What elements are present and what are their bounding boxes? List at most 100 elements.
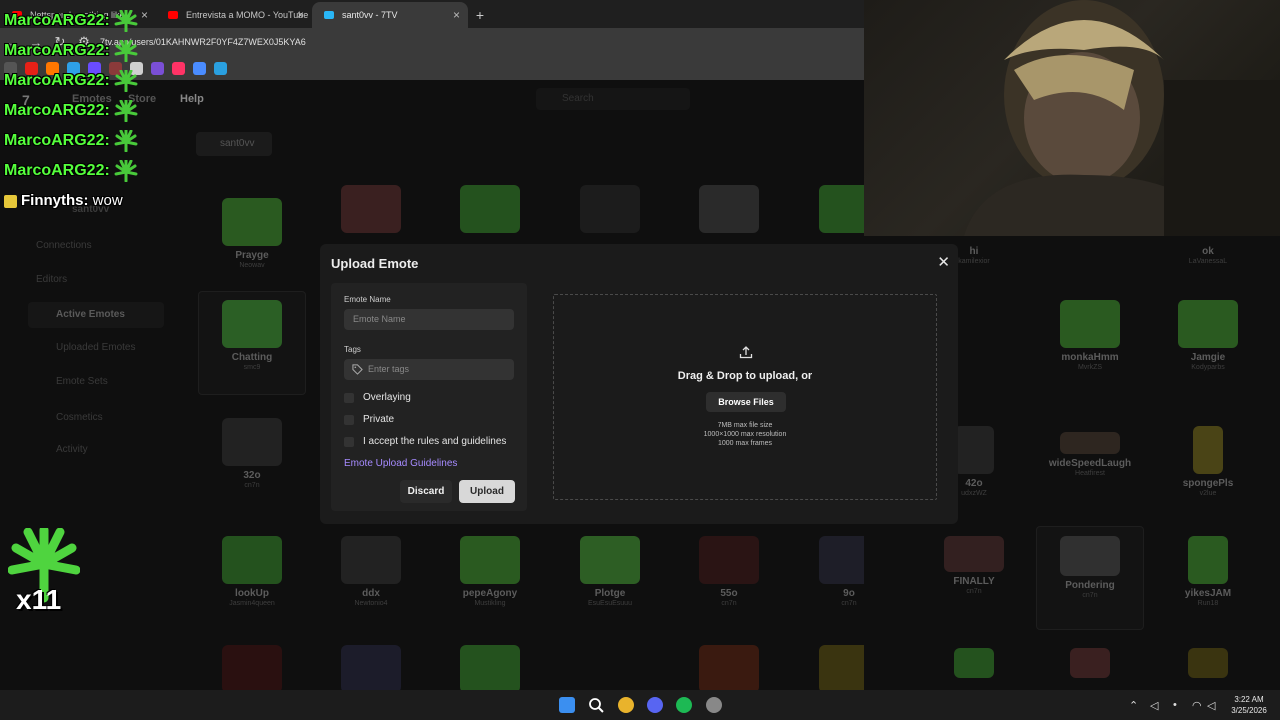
emote-card[interactable]: wideSpeedLaugh Heatfirest [1036, 432, 1144, 477]
sidebar-item-connections[interactable]: Connections [36, 240, 92, 251]
chevron-up-icon[interactable]: ⌃ [1129, 699, 1138, 712]
emote-card[interactable]: Chatting smc9 [198, 300, 306, 371]
emote-card[interactable] [920, 648, 1028, 678]
chat-text: wow [92, 192, 123, 209]
sidebar-item-emote-sets[interactable]: Emote Sets [56, 376, 108, 387]
tags-input[interactable]: Enter tags [344, 359, 514, 380]
emote-image [222, 198, 282, 246]
emote-card[interactable]: Plotge EsuEsuEsuuu [556, 536, 664, 607]
bookmark-icon[interactable] [193, 61, 206, 75]
spotify-icon[interactable] [676, 697, 692, 713]
emote-card[interactable] [436, 645, 544, 690]
emote-card[interactable] [675, 185, 783, 233]
tab-entrevista[interactable]: Entrevista a MOMO - YouTube × [156, 2, 312, 28]
emote-card[interactable]: monkaHmm MvrkZS [1036, 300, 1144, 371]
emote-card[interactable]: pepeAgony Mustikling [436, 536, 544, 607]
chat-message: MarcoARG22: [4, 160, 138, 182]
emote-card[interactable] [1154, 648, 1262, 678]
emote-card[interactable]: 32o cn7n [198, 418, 306, 489]
close-tab-icon[interactable]: × [141, 8, 148, 22]
site-search-input[interactable]: Search [536, 88, 690, 110]
bookmark-icon[interactable] [214, 61, 227, 75]
upload-button[interactable]: Upload [459, 480, 515, 503]
search-icon[interactable] [588, 697, 604, 713]
upload-guidelines-link[interactable]: Emote Upload Guidelines [344, 458, 457, 469]
windows-start-icon[interactable] [559, 697, 575, 713]
emote-card[interactable]: lookUp Jasmin4queen [198, 536, 306, 607]
emote-card[interactable]: Jamgie Kodyparbs [1154, 300, 1262, 371]
emote-card[interactable] [795, 185, 864, 233]
overlaying-label: Overlaying [363, 392, 411, 403]
obs-icon[interactable] [706, 697, 722, 713]
emote-card[interactable] [675, 645, 783, 690]
close-tab-icon[interactable]: × [297, 8, 304, 22]
browse-files-button[interactable]: Browse Files [706, 392, 786, 412]
emote-card[interactable]: spongePls v2lue [1154, 426, 1262, 497]
emote-card[interactable]: Prayge Neowav [198, 198, 306, 269]
weed-emote-icon [114, 40, 138, 62]
emote-card[interactable]: ok LaVanessaL [1154, 242, 1262, 265]
emote-card[interactable]: 9o cn7n [795, 536, 864, 607]
new-tab-button[interactable]: + [468, 2, 492, 28]
emote-card[interactable] [198, 645, 306, 690]
close-tab-icon[interactable]: × [453, 8, 460, 22]
emote-card[interactable] [1036, 648, 1144, 678]
upload-icon [739, 346, 753, 359]
bookmark-icon[interactable] [172, 61, 185, 75]
system-clock[interactable]: 3:22 AM 3/25/2026 [1222, 694, 1276, 716]
tab-7tv[interactable]: sant0vv - 7TV × [312, 2, 468, 28]
emote-author: Newtonio4 [354, 600, 388, 607]
7tv-icon [324, 11, 334, 19]
emote-card[interactable] [317, 185, 425, 233]
emote-card[interactable]: FINALLY cn7n [920, 536, 1028, 595]
emote-card[interactable]: ddx Newtonio4 [317, 536, 425, 607]
close-icon[interactable]: ✕ [937, 253, 950, 271]
emote-image [222, 418, 282, 466]
sidebar-item-active-emotes[interactable]: Active Emotes [56, 309, 125, 320]
speaker-icon[interactable]: ◁ [1207, 699, 1215, 712]
emote-image [944, 536, 1004, 572]
emote-name: wideSpeedLaugh [1048, 458, 1132, 469]
file-drop-zone[interactable]: Drag & Drop to upload, or Browse Files 7… [553, 294, 937, 500]
nav-help[interactable]: Help [180, 93, 204, 105]
emote-card[interactable]: 55o cn7n [675, 536, 783, 607]
private-checkbox-row[interactable]: Private [344, 414, 394, 425]
emote-card[interactable]: yikesJAM Run18 [1154, 536, 1262, 607]
emote-card[interactable] [436, 185, 544, 233]
emote-author: cn7n [841, 600, 857, 607]
emote-name: FINALLY [953, 576, 995, 587]
accept-rules-checkbox-row[interactable]: I accept the rules and guidelines [344, 436, 506, 447]
volume-icon[interactable]: ◁ [1150, 699, 1158, 712]
dialog-title: Upload Emote [331, 256, 419, 271]
weed-emote-icon [114, 130, 138, 152]
emote-card[interactable]: Pondering cn7n [1036, 536, 1144, 599]
discord-icon[interactable] [647, 697, 663, 713]
microphone-icon[interactable]: • [1173, 699, 1177, 711]
emote-author: cn7n [966, 588, 982, 595]
private-checkbox[interactable] [344, 414, 354, 425]
emote-name: Plotge [594, 588, 626, 599]
chat-username: MarcoARG22: [4, 102, 110, 120]
emote-image [1060, 536, 1120, 576]
wifi-icon[interactable]: ◠ [1192, 699, 1202, 712]
accept-rules-checkbox[interactable] [344, 436, 354, 447]
emote-card[interactable] [795, 645, 864, 690]
emote-name-input[interactable]: Emote Name [344, 309, 514, 330]
discard-button[interactable]: Discard [400, 480, 452, 503]
tags-placeholder: Enter tags [368, 364, 410, 374]
sidebar-item-uploaded-emotes[interactable]: Uploaded Emotes [56, 342, 136, 353]
sidebar-item-cosmetics[interactable]: Cosmetics [56, 412, 103, 423]
chrome-icon[interactable] [618, 697, 634, 713]
breadcrumb[interactable]: sant0vv [196, 132, 272, 156]
overlaying-checkbox[interactable] [344, 392, 354, 403]
sidebar-item-editors[interactable]: Editors [36, 274, 67, 285]
overlaying-checkbox-row[interactable]: Overlaying [344, 392, 411, 403]
sidebar-item-activity[interactable]: Activity [56, 444, 88, 455]
emote-card[interactable] [317, 645, 425, 690]
emote-image [1193, 426, 1223, 474]
tags-label: Tags [344, 345, 361, 354]
emote-name: ddx [362, 588, 380, 599]
emote-author: EsuEsuEsuuu [588, 600, 632, 607]
emote-card[interactable] [556, 185, 664, 233]
bookmark-icon[interactable] [151, 61, 164, 75]
